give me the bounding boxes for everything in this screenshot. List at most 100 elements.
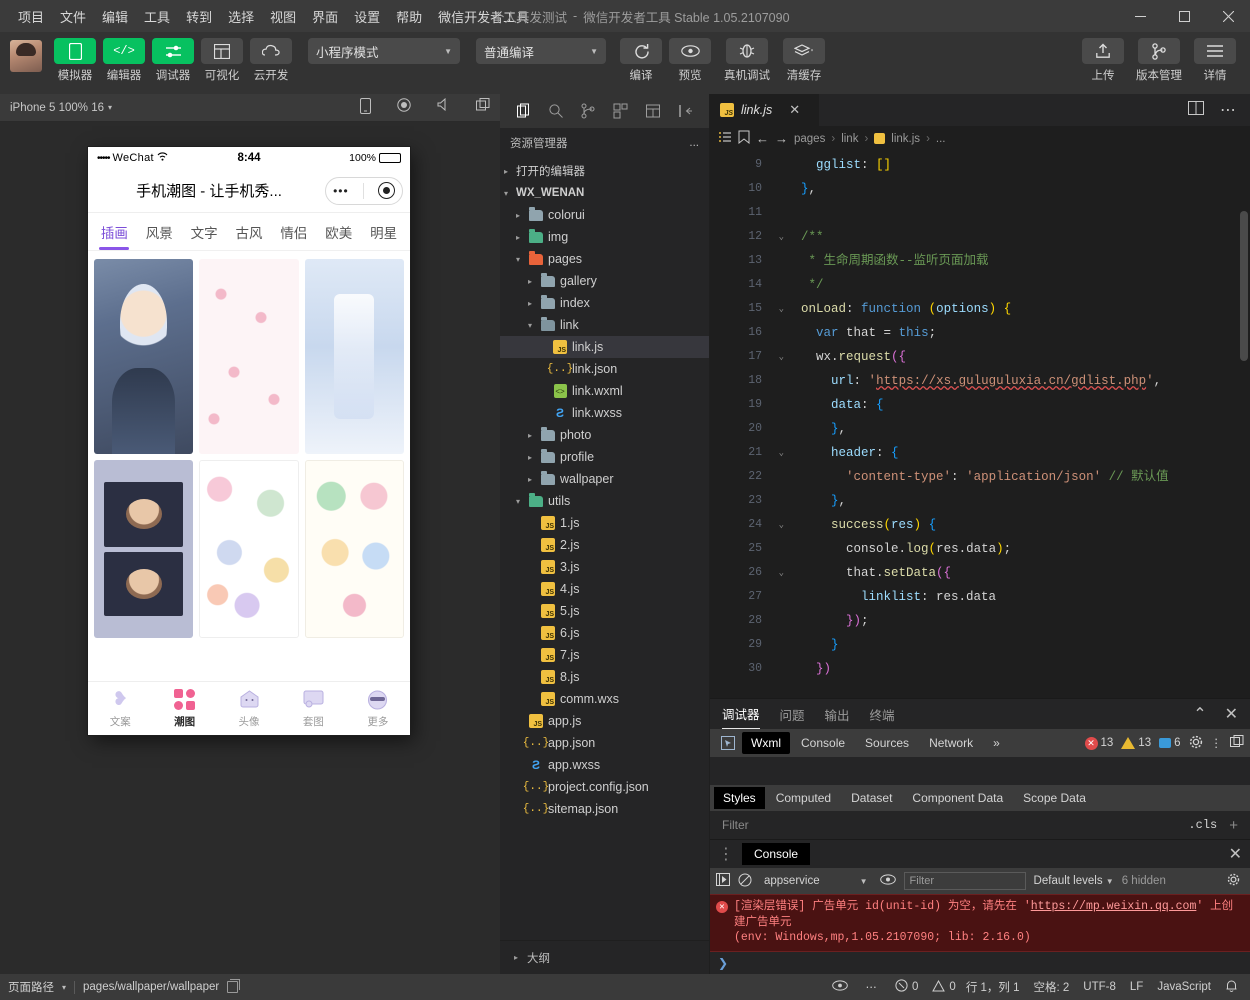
tool-button-refresh[interactable]: 编译 xyxy=(618,38,664,83)
console-context-select[interactable]: appservice ▼ xyxy=(760,873,872,890)
more-icon[interactable]: ... xyxy=(689,137,699,149)
console-levels-select[interactable]: Default levels ▼ xyxy=(1034,875,1114,887)
gallery-card[interactable] xyxy=(199,460,299,638)
page-path-label[interactable]: 页面路径 xyxy=(8,979,54,995)
tree-section[interactable]: ▾ WX_WENAN xyxy=(500,182,709,204)
tree-folder[interactable]: ▸ wallpaper xyxy=(500,468,709,490)
gallery-card[interactable] xyxy=(94,460,194,638)
fold-chevron-icon[interactable]: ⌄ xyxy=(779,513,784,537)
tree-file[interactable]: ▸JS3.js xyxy=(500,556,709,578)
tree-file[interactable]: ▸{..}sitemap.json xyxy=(500,798,709,820)
cursor-position[interactable]: 行 1，列 1 xyxy=(966,979,1020,995)
category-tab-4[interactable]: 情侣 xyxy=(271,213,316,250)
category-tab-3[interactable]: 古风 xyxy=(227,213,272,250)
gallery-card[interactable] xyxy=(304,460,404,638)
tree-folder[interactable]: ▸ gallery xyxy=(500,270,709,292)
gear-icon[interactable] xyxy=(1189,735,1203,752)
record-icon[interactable] xyxy=(397,98,411,117)
info-badge[interactable]: 6 xyxy=(1159,737,1181,749)
gallery-card[interactable] xyxy=(304,259,404,454)
files-icon[interactable] xyxy=(513,100,535,122)
kebab-icon[interactable]: ⋮ xyxy=(1211,736,1223,750)
styles-tab[interactable]: Component Data xyxy=(903,787,1012,809)
menu-item-3[interactable]: 工具 xyxy=(136,3,178,30)
more-icon[interactable]: ••• xyxy=(333,184,349,198)
tree-file[interactable]: ▸JS1.js xyxy=(500,512,709,534)
tree-folder[interactable]: ▸ profile xyxy=(500,446,709,468)
outline-icon[interactable] xyxy=(718,131,732,146)
breadcrumb-item[interactable]: link.js xyxy=(891,133,920,145)
outline-section[interactable]: ▸ 大纲 xyxy=(500,940,709,974)
tree-file[interactable]: ▸JSlink.js xyxy=(500,336,709,358)
menu-item-9[interactable]: 帮助 xyxy=(388,3,430,30)
styles-tab[interactable]: Scope Data xyxy=(1014,787,1095,809)
tool-button-debug[interactable]: 调试器 xyxy=(150,38,196,83)
debug-panel-tab[interactable]: 终端 xyxy=(870,699,895,729)
chevron-right-icon[interactable]: ▸ xyxy=(512,233,524,242)
category-tab-2[interactable]: 文字 xyxy=(182,213,227,250)
tool-button-eye[interactable]: 预览 xyxy=(667,38,713,83)
console-prompt[interactable]: ❯ xyxy=(710,952,1250,974)
tree-file[interactable]: ▸<>link.wxml xyxy=(500,380,709,402)
tree-file[interactable]: ▸Ƨlink.wxss xyxy=(500,402,709,424)
debug-panel-tab[interactable]: 调试器 xyxy=(722,699,760,730)
eol[interactable]: LF xyxy=(1130,981,1143,993)
tree-file[interactable]: ▸JS7.js xyxy=(500,644,709,666)
copy-icon[interactable] xyxy=(227,979,241,993)
fold-chevron-icon[interactable]: ⌄ xyxy=(779,345,784,369)
warning-badge[interactable]: 13 xyxy=(1121,737,1151,750)
debug-panel-tab[interactable]: 问题 xyxy=(780,699,805,729)
chevron-down-icon[interactable]: ▾ xyxy=(62,983,66,992)
chevron-right-icon[interactable]: ▸ xyxy=(512,211,524,220)
fold-chevron-icon[interactable]: ⌄ xyxy=(779,441,784,465)
tree-section[interactable]: ▸ 打开的编辑器 xyxy=(500,160,709,182)
chevron-right-icon[interactable]: ▸ xyxy=(524,475,536,484)
volume-icon[interactable] xyxy=(437,97,450,117)
menu-item-4[interactable]: 转到 xyxy=(178,3,220,30)
tree-folder[interactable]: ▾ utils xyxy=(500,490,709,512)
clear-icon[interactable] xyxy=(738,873,752,890)
execute-icon[interactable] xyxy=(716,873,730,889)
fold-chevron-icon[interactable]: ⌄ xyxy=(779,225,784,249)
chevron-down-icon[interactable]: ▾ xyxy=(512,497,524,506)
gallery-card[interactable] xyxy=(94,259,194,454)
category-tab-1[interactable]: 风景 xyxy=(137,213,182,250)
language-mode[interactable]: JavaScript xyxy=(1157,981,1211,993)
chevron-right-icon[interactable]: ▸ xyxy=(500,167,512,176)
gear-icon[interactable] xyxy=(1227,873,1240,889)
device-select[interactable]: iPhone 5 100% 16 xyxy=(10,102,104,114)
collapse-icon[interactable]: ⌃ xyxy=(1193,704,1206,724)
tool-button-phone[interactable]: 模拟器 xyxy=(52,38,98,83)
tree-file[interactable]: ▸JS4.js xyxy=(500,578,709,600)
breadcrumb-item[interactable]: ... xyxy=(936,133,946,145)
tree-folder[interactable]: ▸ img xyxy=(500,226,709,248)
tree-file[interactable]: ▸JS6.js xyxy=(500,622,709,644)
menu-item-8[interactable]: 设置 xyxy=(346,3,388,30)
tree-file[interactable]: ▸{..}project.config.json xyxy=(500,776,709,798)
chevron-right-icon[interactable]: ▸ xyxy=(524,431,536,440)
chevron-down-icon[interactable]: ▾ xyxy=(512,255,524,264)
tree-file[interactable]: ▸Ƨapp.wxss xyxy=(500,754,709,776)
tree-folder[interactable]: ▾ link xyxy=(500,314,709,336)
tree-file[interactable]: ▸JS5.js xyxy=(500,600,709,622)
window-icon[interactable] xyxy=(476,98,490,117)
styles-tab[interactable]: Computed xyxy=(767,787,840,809)
tree-file[interactable]: ▸JScomm.wxs xyxy=(500,688,709,710)
more-icon[interactable]: ⋯ xyxy=(1220,100,1236,120)
editor-tab-linkjs[interactable]: JS link.js ✕ xyxy=(710,94,820,126)
tool-button-bug[interactable]: 真机调试 xyxy=(716,38,778,83)
chevron-right-icon[interactable]: ▸ xyxy=(524,277,536,286)
debug-panel-tab[interactable]: 输出 xyxy=(825,699,850,729)
devtools-tab[interactable]: Wxml xyxy=(742,732,790,755)
maximize-button[interactable] xyxy=(1162,0,1206,32)
close-icon[interactable]: ✕ xyxy=(1229,844,1242,864)
bottom-tab-0[interactable]: ❥ 文案 xyxy=(88,689,152,729)
menu-item-6[interactable]: 视图 xyxy=(262,3,304,30)
more-icon[interactable]: ⋯ xyxy=(866,980,878,994)
encoding[interactable]: UTF-8 xyxy=(1083,981,1116,993)
snippets-icon[interactable] xyxy=(642,100,664,122)
inspect-icon[interactable] xyxy=(716,733,740,753)
error-link[interactable]: https://mp.weixin.qq.com xyxy=(1031,900,1197,913)
fold-chevron-icon[interactable]: ⌄ xyxy=(779,297,784,321)
problem-counts[interactable]: 0 0 xyxy=(895,979,956,995)
